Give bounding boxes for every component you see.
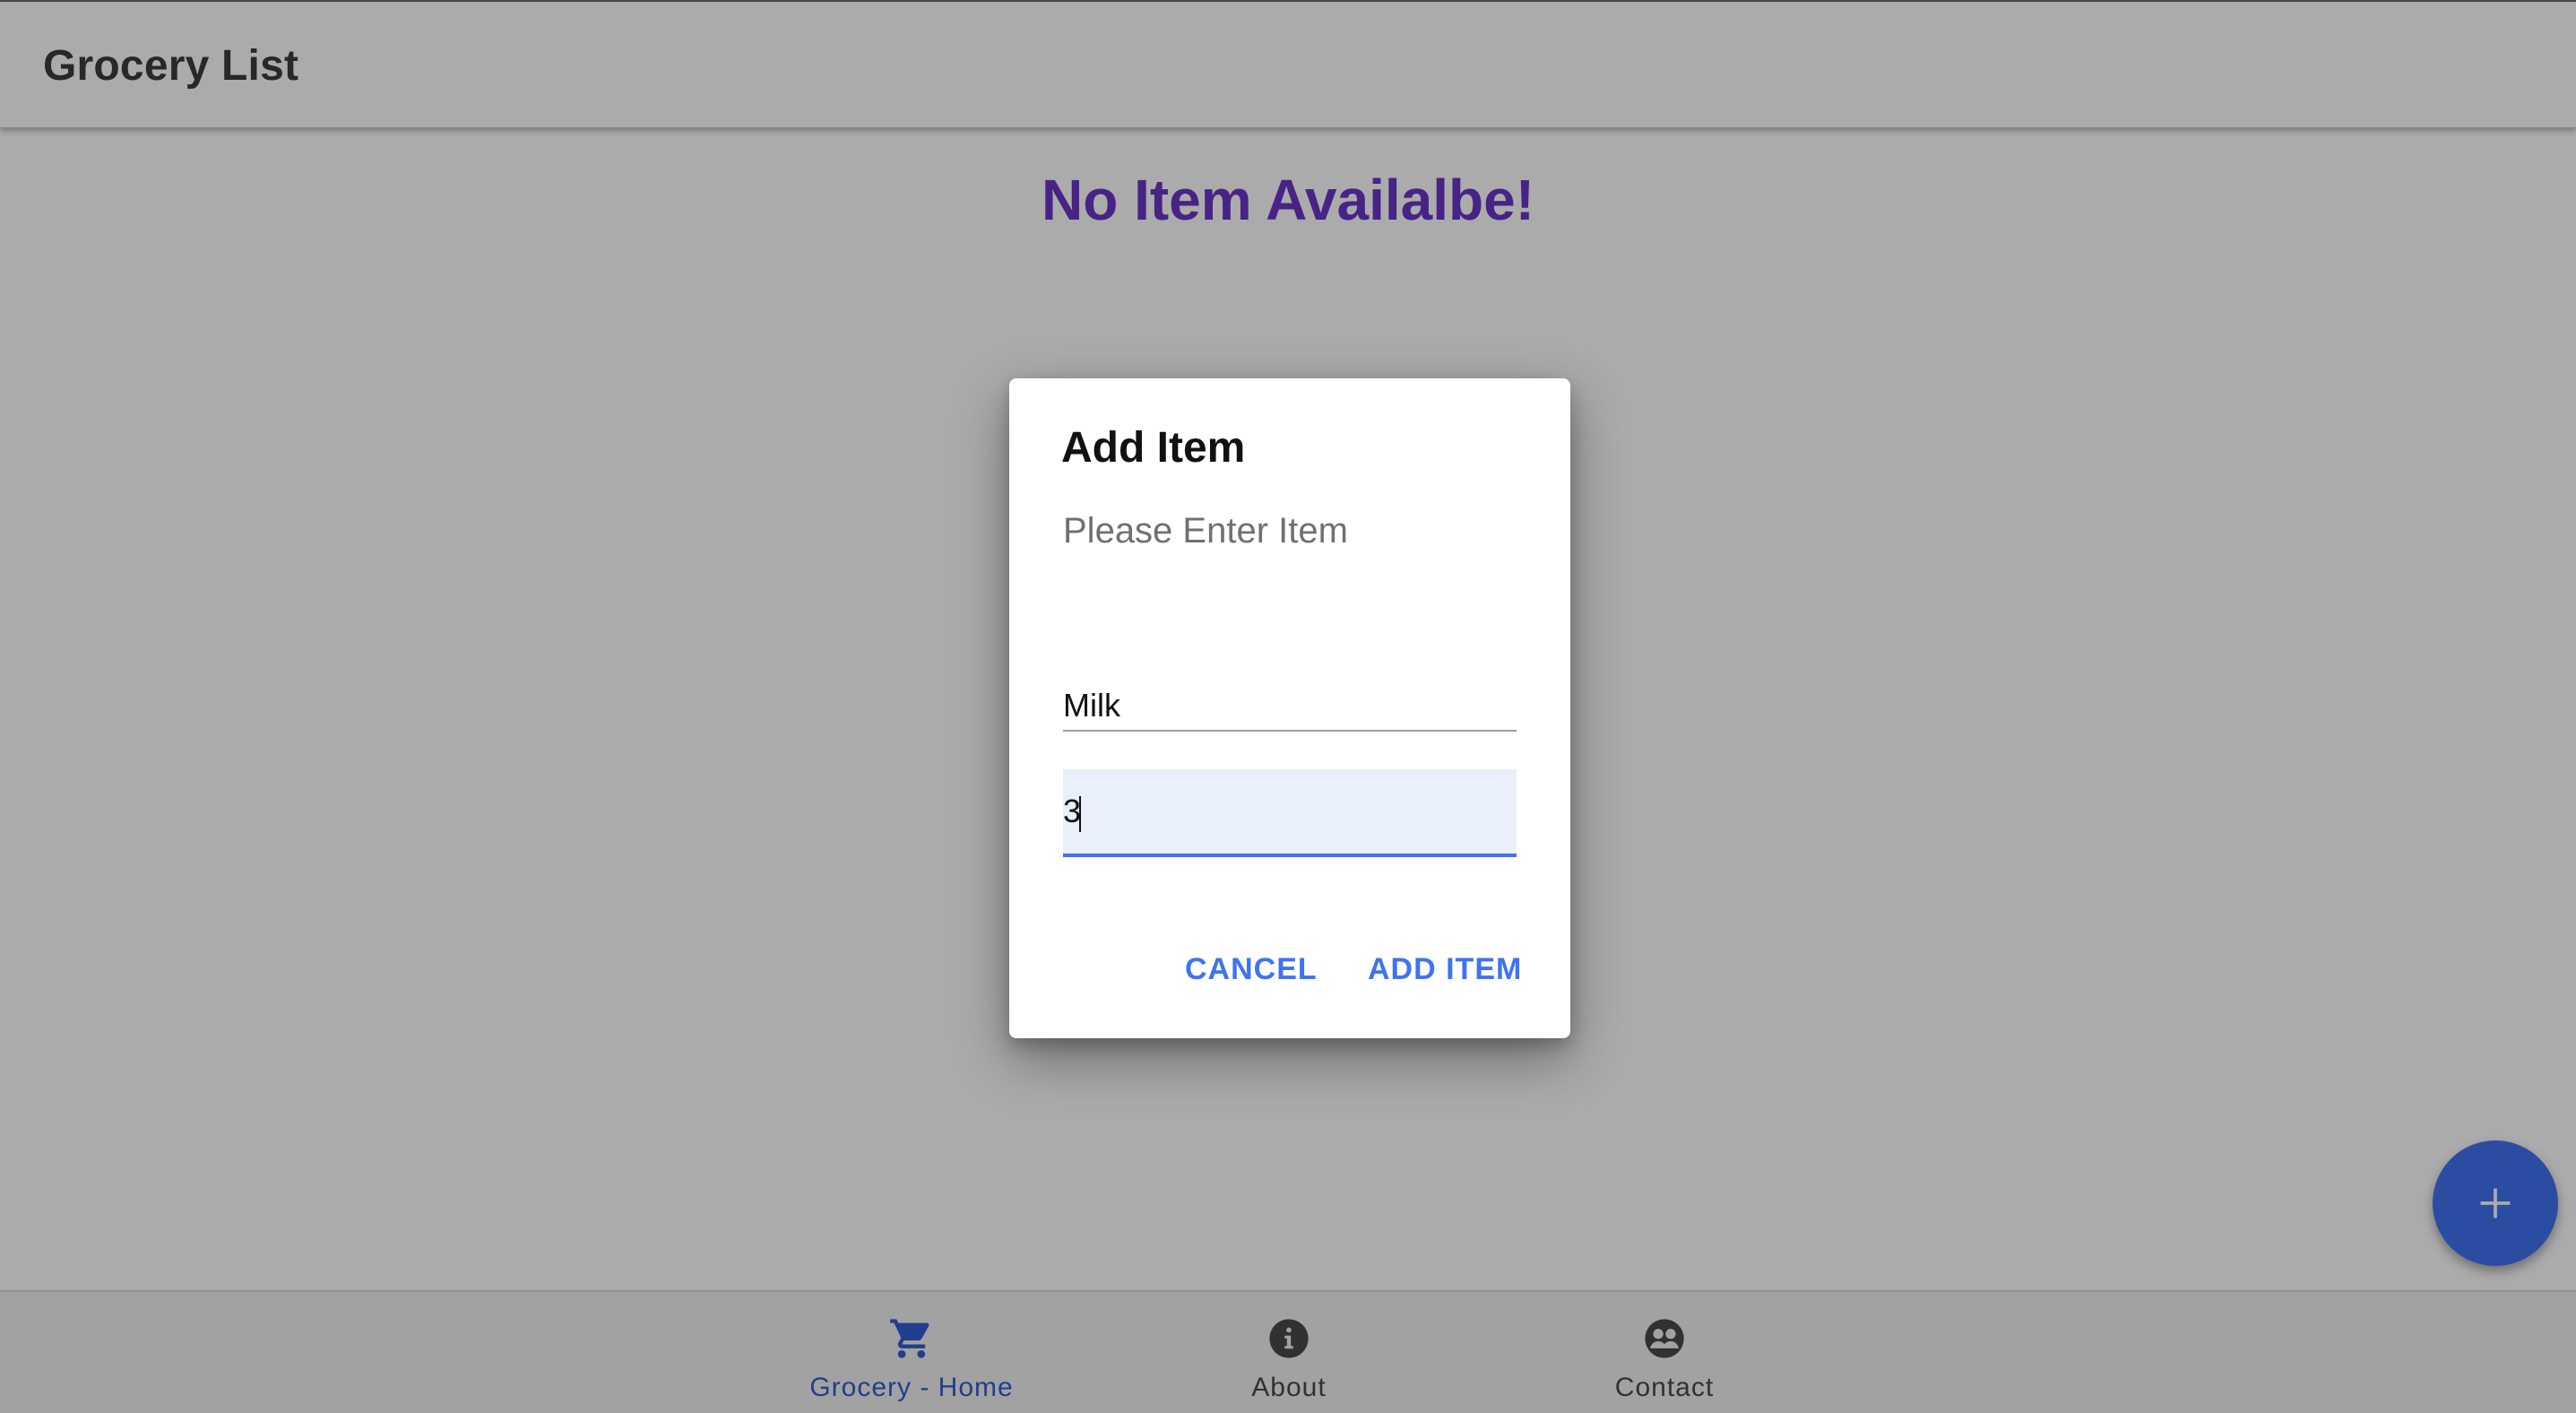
add-item-dialog: Add Item Please Enter Item CANCEL ADD IT…: [1009, 378, 1570, 1038]
item-quantity-field: [1063, 769, 1517, 857]
item-name-input[interactable]: [1063, 663, 1517, 730]
add-item-button[interactable]: ADD ITEM: [1368, 952, 1522, 987]
dialog-title: Add Item: [1061, 424, 1246, 472]
item-name-field: [1063, 663, 1517, 732]
item-quantity-input[interactable]: [1063, 769, 1517, 854]
cancel-button[interactable]: CANCEL: [1185, 952, 1318, 987]
dialog-description: Please Enter Item: [1063, 511, 1348, 550]
text-cursor: [1079, 796, 1081, 832]
